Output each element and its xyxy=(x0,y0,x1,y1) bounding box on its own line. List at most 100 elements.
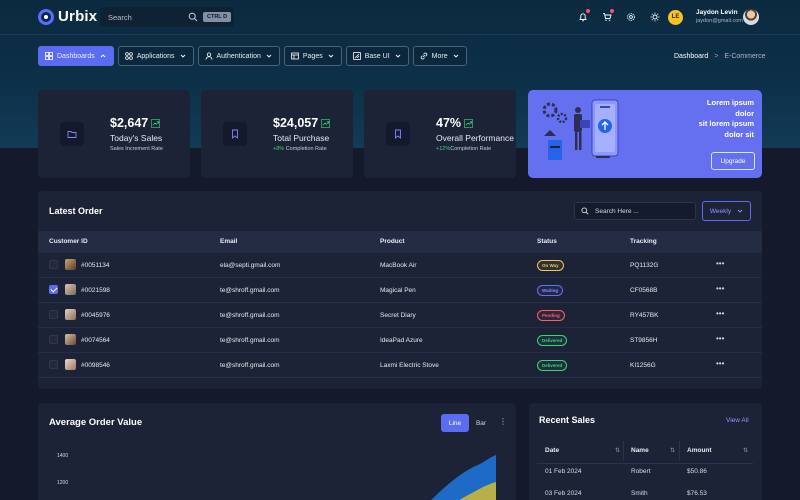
customer-id: #0045976 xyxy=(81,312,110,319)
sale-date: 01 Feb 2024 xyxy=(545,468,582,475)
chevron-up-icon xyxy=(100,54,106,58)
theme-toggle-button[interactable] xyxy=(646,8,664,26)
recent-sales-card: Recent Sales View All Date ⇅ Name ⇅ Amou… xyxy=(529,403,762,500)
stat-label: Today's Sales xyxy=(110,133,163,143)
avatar[interactable] xyxy=(743,9,759,25)
product: Laxmi Electric Stove xyxy=(380,362,439,369)
chevron-down-icon xyxy=(266,54,272,58)
search-input[interactable] xyxy=(108,12,186,22)
table-row: #0021598 te@shroff.gmail.com Magical Pen… xyxy=(38,278,762,303)
nav-dashboards[interactable]: Dashboards xyxy=(38,46,114,66)
sort-icon[interactable]: ⇅ xyxy=(670,447,675,454)
settings-button[interactable] xyxy=(622,8,640,26)
customer-id: #0051134 xyxy=(81,262,110,269)
row-checkbox[interactable] xyxy=(49,360,58,369)
average-order-card: Average Order Value Line Bar ⋮ 1400 1200 xyxy=(38,403,516,500)
user-profile[interactable]: Jaydon Levin jaydon@gmail.com xyxy=(696,9,743,24)
column-header[interactable]: Date xyxy=(545,447,559,454)
more-icon[interactable]: ••• xyxy=(716,334,724,343)
trend-up-icon xyxy=(151,118,161,128)
period-select-label: Weekly xyxy=(709,207,732,215)
row-checkbox[interactable] xyxy=(49,310,58,319)
shortcut-badge: CTRL D xyxy=(203,12,232,22)
apps-icon xyxy=(124,52,133,60)
chevron-down-icon xyxy=(453,54,458,58)
stat-value: $2,647 xyxy=(110,116,161,130)
nav-authentication[interactable]: Authentication xyxy=(197,46,280,66)
user-name: Jaydon Levin xyxy=(696,9,738,16)
cart-dot xyxy=(610,9,614,13)
main-nav: Dashboards Applications Authentication P… xyxy=(38,46,467,66)
sale-date: 03 Feb 2024 xyxy=(545,490,582,497)
nav-label: Authentication xyxy=(216,52,261,60)
table-header: Customer ID Email Product Status Trackin… xyxy=(38,231,762,253)
breadcrumb-home[interactable]: Dashboard xyxy=(674,53,708,60)
nav-label: Pages xyxy=(302,52,323,60)
nav-applications[interactable]: Applications xyxy=(117,46,194,66)
section-title: Latest Order xyxy=(49,206,103,216)
promo-illustration xyxy=(542,99,619,160)
column-header[interactable]: Status xyxy=(537,238,557,245)
column-header[interactable]: Email xyxy=(220,238,237,245)
stat-value: 47% xyxy=(436,116,473,130)
promo-card: Lorem ipsum dolor sit lorem ipsum dolor … xyxy=(528,90,762,178)
chevron-down-icon xyxy=(180,54,185,58)
column-header[interactable]: Tracking xyxy=(630,238,657,245)
more-icon[interactable]: ••• xyxy=(716,309,724,318)
breadcrumb: Dashboard > E-Commerce xyxy=(674,53,766,60)
recent-sales-header: Date ⇅ Name ⇅ Amount ⇅ xyxy=(537,438,753,464)
more-icon[interactable]: ••• xyxy=(716,259,724,268)
view-all-link[interactable]: View All xyxy=(726,417,749,424)
avatar xyxy=(65,259,76,270)
language-avatar[interactable]: LE xyxy=(668,9,683,25)
column-header[interactable]: Amount xyxy=(687,447,712,454)
customer-id: #0074564 xyxy=(81,337,110,344)
status-badge: Delivered xyxy=(537,360,568,371)
row-checkbox[interactable] xyxy=(49,285,58,294)
nav-pages[interactable]: Pages xyxy=(283,46,342,66)
nav-more[interactable]: More xyxy=(412,46,467,66)
period-select[interactable]: Weekly xyxy=(702,201,751,221)
row-checkbox[interactable] xyxy=(49,335,58,344)
logo[interactable]: Urbix xyxy=(38,8,97,25)
sale-amount: $76.53 xyxy=(687,490,707,497)
table-row: #0051134 ela@septi.gmail.com MacBook Air… xyxy=(38,253,762,278)
tracking: PQ1132G xyxy=(630,262,659,269)
stat-sub: +8% Completion Rate xyxy=(273,146,327,152)
sort-icon[interactable]: ⇅ xyxy=(743,447,748,454)
nav-label: Applications xyxy=(136,52,175,60)
more-icon[interactable]: ••• xyxy=(716,359,724,368)
area-chart xyxy=(431,455,496,500)
sale-name: Smith xyxy=(631,490,648,497)
customer-id: #0098546 xyxy=(81,362,110,369)
sort-icon[interactable]: ⇅ xyxy=(615,447,620,454)
email: te@shroff.gmail.com xyxy=(220,312,280,319)
order-search-input[interactable] xyxy=(595,207,685,215)
column-header[interactable]: Customer ID xyxy=(49,238,88,245)
notification-button[interactable] xyxy=(574,8,592,26)
link-icon xyxy=(420,52,427,60)
product: IdeaPad Azure xyxy=(380,337,423,344)
user-email: jaydon@gmail.com xyxy=(696,18,743,24)
stat-label: Overall Performance xyxy=(436,133,514,143)
pages-icon xyxy=(291,52,299,60)
chevron-down-icon xyxy=(395,54,400,58)
search-icon[interactable] xyxy=(188,12,198,22)
nav-label: Base UI xyxy=(364,52,390,60)
product: MacBook Air xyxy=(380,262,417,269)
more-icon[interactable]: ••• xyxy=(716,284,724,293)
column-header[interactable]: Name xyxy=(631,447,649,454)
row-checkbox[interactable] xyxy=(49,260,58,269)
sale-name: Robert xyxy=(631,468,651,475)
column-divider xyxy=(623,441,624,461)
column-header[interactable]: Product xyxy=(380,238,405,245)
top-icons: LE xyxy=(574,8,683,26)
order-search-box xyxy=(574,202,696,220)
status-badge: On Way xyxy=(537,260,564,271)
nav-base-ui[interactable]: Base UI xyxy=(345,46,409,66)
upgrade-button[interactable]: Upgrade xyxy=(711,152,755,170)
column-divider xyxy=(679,441,680,461)
stat-sub: Sales Increment Rate xyxy=(110,146,163,152)
status-badge: Pending xyxy=(537,310,565,321)
cart-button[interactable] xyxy=(598,8,616,26)
